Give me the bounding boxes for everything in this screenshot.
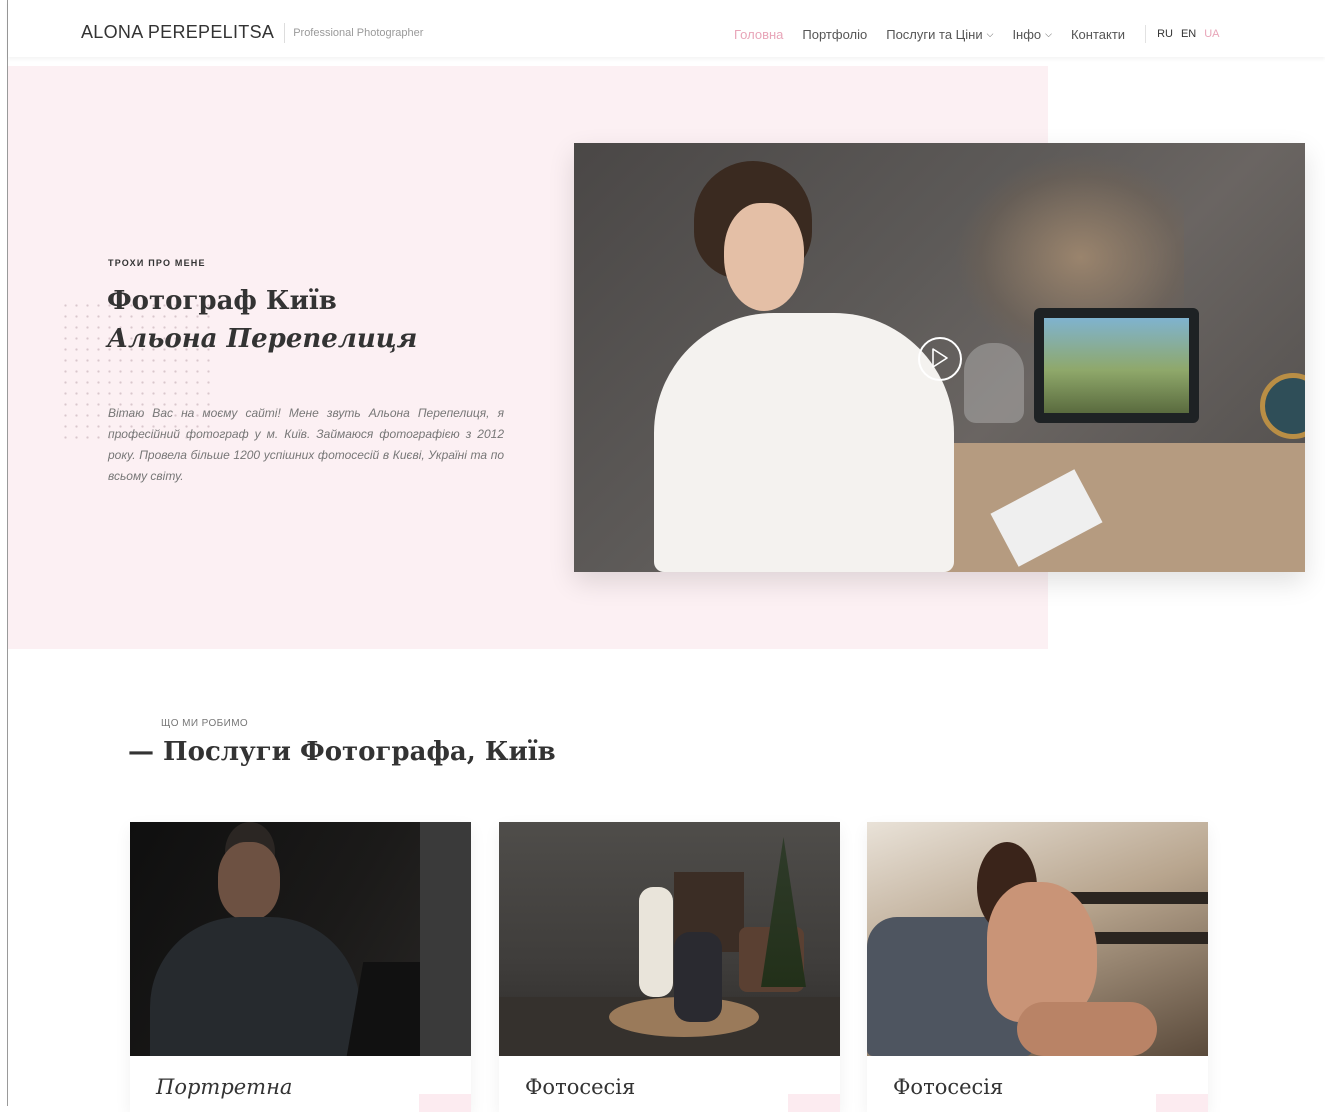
- nav-services-label: Послуги та Ціни: [886, 26, 983, 42]
- photo-vase: [964, 343, 1024, 423]
- nav-info-dropdown[interactable]: Інфо ⌵: [1012, 27, 1052, 42]
- service-card-photoshoot-couple[interactable]: Фотосесія: [499, 822, 840, 1112]
- nav-info-label: Інфо: [1012, 26, 1042, 42]
- play-video-button[interactable]: [918, 337, 962, 381]
- lang-en[interactable]: EN: [1181, 28, 1196, 40]
- service-card-image[interactable]: [499, 822, 840, 1056]
- nav-portfolio[interactable]: Портфоліо: [802, 27, 867, 42]
- service-card-accent: [419, 1094, 471, 1112]
- photo-woman: [987, 882, 1097, 1022]
- nav-portfolio-label: Портфоліо: [802, 26, 868, 42]
- service-card-photoshoot-pregnancy[interactable]: Фотосесія: [867, 822, 1208, 1112]
- service-card-image[interactable]: [867, 822, 1208, 1056]
- lang-ua[interactable]: UA: [1204, 28, 1219, 40]
- nav-home-label: Головна: [734, 26, 784, 42]
- service-card-portrait[interactable]: Портретна: [130, 822, 471, 1112]
- service-card-accent: [1156, 1094, 1208, 1112]
- site-header: ALONA PEREPELITSA Professional Photograp…: [8, 0, 1325, 57]
- lang-ru[interactable]: RU: [1157, 28, 1173, 40]
- hero-title-line-1: Фотограф Київ: [107, 286, 337, 316]
- photo-window: [420, 822, 471, 1056]
- photo-laptop-screen: [1044, 318, 1189, 413]
- service-card-image[interactable]: [130, 822, 471, 1056]
- service-card-title[interactable]: Портретна: [156, 1075, 292, 1099]
- brand-tagline: Professional Photographer: [293, 26, 424, 39]
- hero-eyebrow: ТРОХИ ПРО МЕНЕ: [108, 258, 206, 268]
- photo-person-face: [218, 842, 280, 920]
- hero-intro-text: Вітаю Вас на моєму сайті! Мене звуть Аль…: [108, 406, 504, 483]
- hero-title: Фотограф Київ Альона Перепелиця: [107, 282, 417, 358]
- photo-person-face: [724, 203, 804, 311]
- chevron-down-icon: ⌵: [1045, 28, 1052, 39]
- main-nav: Головна Портфоліо Послуги та Ціни ⌵ Інфо ⌵…: [734, 25, 1228, 43]
- chevron-down-icon: ⌵: [986, 28, 994, 39]
- photo-person-shirt: [654, 313, 954, 572]
- brand[interactable]: ALONA PEREPELITSA Professional Photograp…: [81, 22, 423, 43]
- services-title: — Послуги Фотографа, Київ: [128, 737, 556, 767]
- nav-contacts[interactable]: Контакти: [1071, 27, 1125, 42]
- brand-divider: [284, 22, 286, 43]
- photo-christmas-tree: [761, 837, 806, 987]
- nav-services-dropdown[interactable]: Послуги та Ціни ⌵: [886, 27, 993, 42]
- service-card-accent: [788, 1094, 840, 1112]
- photo-man: [674, 932, 722, 1022]
- nav-home[interactable]: Головна: [734, 27, 783, 42]
- photo-woman-legs: [1017, 1002, 1157, 1056]
- hero-video-thumbnail[interactable]: [574, 143, 1305, 572]
- service-card-title[interactable]: Фотосесія: [525, 1075, 635, 1099]
- photo-clock: [1260, 373, 1305, 439]
- photo-person-shirt: [150, 917, 360, 1056]
- services-eyebrow: ЩО МИ РОБИМО: [161, 718, 249, 729]
- language-divider: [1145, 25, 1147, 43]
- hero-title-line-2: Альона Перепелиця: [107, 324, 418, 354]
- nav-contacts-label: Контакти: [1070, 26, 1126, 42]
- service-card-title[interactable]: Фотосесія: [893, 1075, 1003, 1099]
- play-icon: [932, 348, 948, 368]
- brand-name[interactable]: ALONA PEREPELITSA: [81, 22, 274, 43]
- photo-woman: [639, 887, 673, 997]
